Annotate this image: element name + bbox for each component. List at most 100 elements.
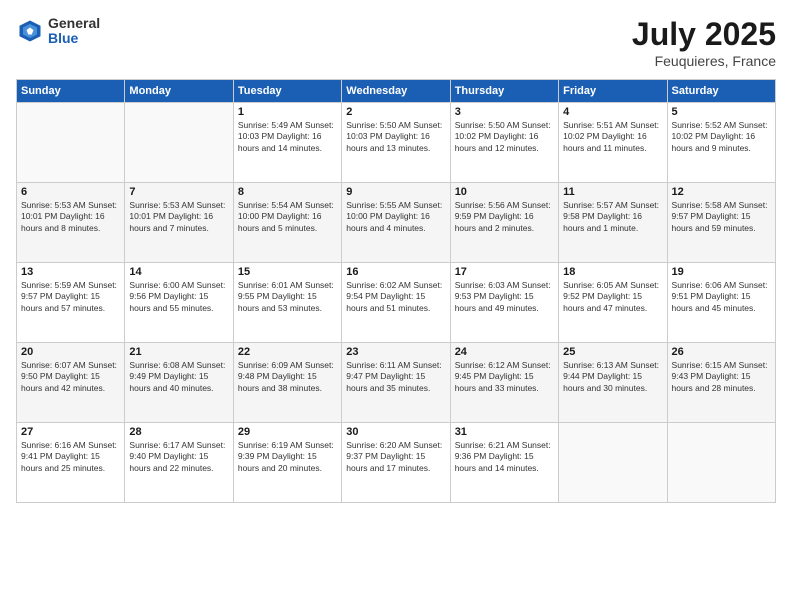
day-info: Sunrise: 6:00 AM Sunset: 9:56 PM Dayligh… — [129, 280, 228, 314]
table-row: 15Sunrise: 6:01 AM Sunset: 9:55 PM Dayli… — [233, 263, 341, 343]
table-row: 2Sunrise: 5:50 AM Sunset: 10:03 PM Dayli… — [342, 103, 450, 183]
table-row: 26 Sunrise: 6:15 AM Sunset: 9:43 PM Dayli… — [667, 343, 775, 423]
table-row: 12 Sunrise: 5:58 AM Sunset: 9:57 PM Dayli… — [667, 183, 775, 263]
day-info: Sunrise: 6:13 AM Sunset: 9:44 PM Dayligh… — [563, 360, 662, 394]
logo: General Blue — [16, 16, 100, 47]
table-row: 11Sunrise: 5:57 AM Sunset: 9:58 PM Dayli… — [559, 183, 667, 263]
day-info: Sunrise: 5:51 AM Sunset: 10:02 PM Daylig… — [563, 120, 662, 154]
day-number: 28 — [129, 426, 228, 438]
table-row — [125, 103, 233, 183]
table-row: 13Sunrise: 5:59 AM Sunset: 9:57 PM Dayli… — [17, 263, 125, 343]
calendar-header-row: Sunday Monday Tuesday Wednesday Thursday… — [17, 80, 776, 103]
day-info: Sunrise: 6:03 AM Sunset: 9:53 PM Dayligh… — [455, 280, 554, 314]
day-number: 31 — [455, 426, 554, 438]
day-info: Sunrise: 6:02 AM Sunset: 9:54 PM Dayligh… — [346, 280, 445, 314]
day-info: Sunrise: 6:11 AM Sunset: 9:47 PM Dayligh… — [346, 360, 445, 394]
col-monday: Monday — [125, 80, 233, 103]
table-row: 14Sunrise: 6:00 AM Sunset: 9:56 PM Dayli… — [125, 263, 233, 343]
day-info: Sunrise: 5:50 AM Sunset: 10:03 PM Daylig… — [346, 120, 445, 154]
day-info: Sunrise: 6:01 AM Sunset: 9:55 PM Dayligh… — [238, 280, 337, 314]
table-row: 29 Sunrise: 6:19 AM Sunset: 9:39 PM Dayli… — [233, 423, 341, 503]
day-number: 25 — [563, 346, 662, 358]
day-number: 19 — [672, 266, 771, 278]
day-info: Sunrise: 6:09 AM Sunset: 9:48 PM Dayligh… — [238, 360, 337, 394]
day-number: 20 — [21, 346, 120, 358]
day-number: 6 — [21, 186, 120, 198]
table-row — [559, 423, 667, 503]
col-friday: Friday — [559, 80, 667, 103]
table-row: 6 Sunrise: 5:53 AM Sunset: 10:01 PM Dayli… — [17, 183, 125, 263]
page: General Blue July 2025 Feuquieres, Franc… — [0, 0, 792, 612]
day-info: Sunrise: 6:20 AM Sunset: 9:37 PM Dayligh… — [346, 440, 445, 474]
day-info: Sunrise: 6:07 AM Sunset: 9:50 PM Dayligh… — [21, 360, 120, 394]
calendar-week-row: 13Sunrise: 5:59 AM Sunset: 9:57 PM Dayli… — [17, 263, 776, 343]
day-info: Sunrise: 6:08 AM Sunset: 9:49 PM Dayligh… — [129, 360, 228, 394]
day-number: 11 — [563, 186, 662, 198]
day-number: 12 — [672, 186, 771, 198]
table-row: 19 Sunrise: 6:06 AM Sunset: 9:51 PM Dayli… — [667, 263, 775, 343]
day-info: Sunrise: 5:50 AM Sunset: 10:02 PM Daylig… — [455, 120, 554, 154]
day-info: Sunrise: 6:15 AM Sunset: 9:43 PM Dayligh… — [672, 360, 771, 394]
logo-blue-text: Blue — [48, 31, 100, 46]
table-row: 5 Sunrise: 5:52 AM Sunset: 10:02 PM Dayli… — [667, 103, 775, 183]
title-location: Feuquieres, France — [632, 53, 776, 69]
table-row: 18 Sunrise: 6:05 AM Sunset: 9:52 PM Dayli… — [559, 263, 667, 343]
table-row — [667, 423, 775, 503]
header: General Blue July 2025 Feuquieres, Franc… — [16, 16, 776, 69]
table-row: 28 Sunrise: 6:17 AM Sunset: 9:40 PM Dayli… — [125, 423, 233, 503]
calendar-table: Sunday Monday Tuesday Wednesday Thursday… — [16, 79, 776, 503]
day-number: 10 — [455, 186, 554, 198]
day-number: 26 — [672, 346, 771, 358]
day-info: Sunrise: 5:53 AM Sunset: 10:01 PM Daylig… — [129, 200, 228, 234]
logo-text: General Blue — [48, 16, 100, 47]
col-tuesday: Tuesday — [233, 80, 341, 103]
table-row: 4 Sunrise: 5:51 AM Sunset: 10:02 PM Dayli… — [559, 103, 667, 183]
table-row: 16Sunrise: 6:02 AM Sunset: 9:54 PM Dayli… — [342, 263, 450, 343]
table-row: 25 Sunrise: 6:13 AM Sunset: 9:44 PM Dayli… — [559, 343, 667, 423]
table-row: 1 Sunrise: 5:49 AM Sunset: 10:03 PM Dayli… — [233, 103, 341, 183]
title-block: July 2025 Feuquieres, France — [632, 16, 776, 69]
day-number: 30 — [346, 426, 445, 438]
table-row: 7Sunrise: 5:53 AM Sunset: 10:01 PM Dayli… — [125, 183, 233, 263]
day-info: Sunrise: 5:49 AM Sunset: 10:03 PM Daylig… — [238, 120, 337, 154]
table-row: 9Sunrise: 5:55 AM Sunset: 10:00 PM Dayli… — [342, 183, 450, 263]
day-number: 24 — [455, 346, 554, 358]
table-row: 24Sunrise: 6:12 AM Sunset: 9:45 PM Dayli… — [450, 343, 558, 423]
table-row: 10Sunrise: 5:56 AM Sunset: 9:59 PM Dayli… — [450, 183, 558, 263]
day-info: Sunrise: 5:54 AM Sunset: 10:00 PM Daylig… — [238, 200, 337, 234]
day-info: Sunrise: 6:06 AM Sunset: 9:51 PM Dayligh… — [672, 280, 771, 314]
calendar-week-row: 6 Sunrise: 5:53 AM Sunset: 10:01 PM Dayli… — [17, 183, 776, 263]
day-info: Sunrise: 6:05 AM Sunset: 9:52 PM Dayligh… — [563, 280, 662, 314]
day-number: 29 — [238, 426, 337, 438]
day-info: Sunrise: 6:17 AM Sunset: 9:40 PM Dayligh… — [129, 440, 228, 474]
day-info: Sunrise: 6:16 AM Sunset: 9:41 PM Dayligh… — [21, 440, 120, 474]
col-saturday: Saturday — [667, 80, 775, 103]
day-info: Sunrise: 5:59 AM Sunset: 9:57 PM Dayligh… — [21, 280, 120, 314]
day-number: 27 — [21, 426, 120, 438]
day-number: 3 — [455, 106, 554, 118]
day-number: 9 — [346, 186, 445, 198]
day-info: Sunrise: 5:52 AM Sunset: 10:02 PM Daylig… — [672, 120, 771, 154]
logo-icon — [16, 17, 44, 45]
day-info: Sunrise: 5:58 AM Sunset: 9:57 PM Dayligh… — [672, 200, 771, 234]
day-number: 22 — [238, 346, 337, 358]
table-row: 21 Sunrise: 6:08 AM Sunset: 9:49 PM Dayli… — [125, 343, 233, 423]
title-month: July 2025 — [632, 16, 776, 53]
col-wednesday: Wednesday — [342, 80, 450, 103]
table-row: 22 Sunrise: 6:09 AM Sunset: 9:48 PM Dayli… — [233, 343, 341, 423]
day-number: 5 — [672, 106, 771, 118]
day-number: 18 — [563, 266, 662, 278]
table-row: 17Sunrise: 6:03 AM Sunset: 9:53 PM Dayli… — [450, 263, 558, 343]
table-row: 31 Sunrise: 6:21 AM Sunset: 9:36 PM Dayli… — [450, 423, 558, 503]
day-number: 4 — [563, 106, 662, 118]
col-thursday: Thursday — [450, 80, 558, 103]
day-info: Sunrise: 6:21 AM Sunset: 9:36 PM Dayligh… — [455, 440, 554, 474]
table-row: 30 Sunrise: 6:20 AM Sunset: 9:37 PM Dayli… — [342, 423, 450, 503]
day-info: Sunrise: 6:19 AM Sunset: 9:39 PM Dayligh… — [238, 440, 337, 474]
table-row: 20 Sunrise: 6:07 AM Sunset: 9:50 PM Dayli… — [17, 343, 125, 423]
day-info: Sunrise: 5:53 AM Sunset: 10:01 PM Daylig… — [21, 200, 120, 234]
table-row: 3 Sunrise: 5:50 AM Sunset: 10:02 PM Dayli… — [450, 103, 558, 183]
day-number: 21 — [129, 346, 228, 358]
table-row: 27 Sunrise: 6:16 AM Sunset: 9:41 PM Dayli… — [17, 423, 125, 503]
day-number: 1 — [238, 106, 337, 118]
